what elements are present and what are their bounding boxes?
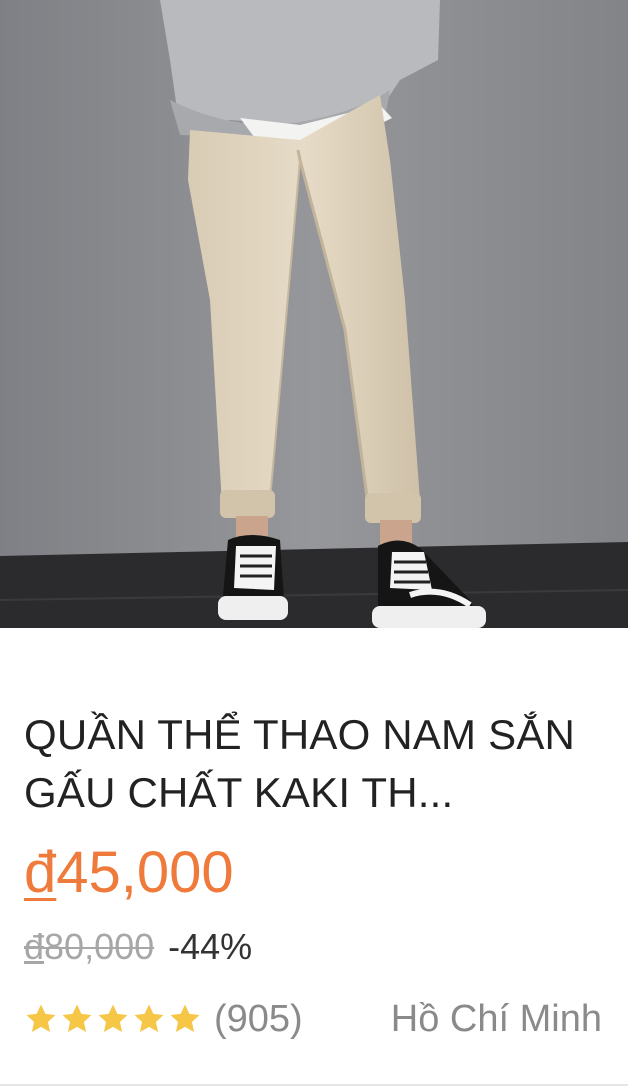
- original-price-amount: 80,000: [44, 926, 155, 967]
- product-price: đ45,000: [24, 838, 234, 908]
- price-amount: 45,000: [56, 840, 234, 905]
- seller-location: Hồ Chí Minh: [390, 997, 602, 1040]
- star-icon: [170, 1004, 200, 1033]
- original-price-row: đ80,000 -44%: [24, 924, 252, 970]
- star-icon: [26, 1004, 56, 1033]
- original-price: đ80,000: [24, 926, 154, 968]
- star-icon: [98, 1004, 128, 1033]
- price-currency: đ: [24, 840, 57, 905]
- product-image[interactable]: [0, 0, 628, 628]
- discount-badge: -44%: [168, 926, 253, 967]
- meta-row: (905) Hồ Chí Minh: [24, 994, 602, 1044]
- star-rating: [24, 1002, 204, 1036]
- product-title[interactable]: QUẦN THỂ THAO NAM SẮN GẤU CHẤT KAKI TH..…: [24, 706, 604, 822]
- product-card[interactable]: QUẦN THỂ THAO NAM SẮN GẤU CHẤT KAKI TH..…: [0, 0, 628, 1086]
- review-count: (905): [214, 997, 303, 1040]
- rating: (905): [24, 998, 303, 1041]
- star-icon: [62, 1004, 92, 1033]
- original-price-currency: đ: [24, 926, 45, 967]
- star-icon: [134, 1004, 164, 1033]
